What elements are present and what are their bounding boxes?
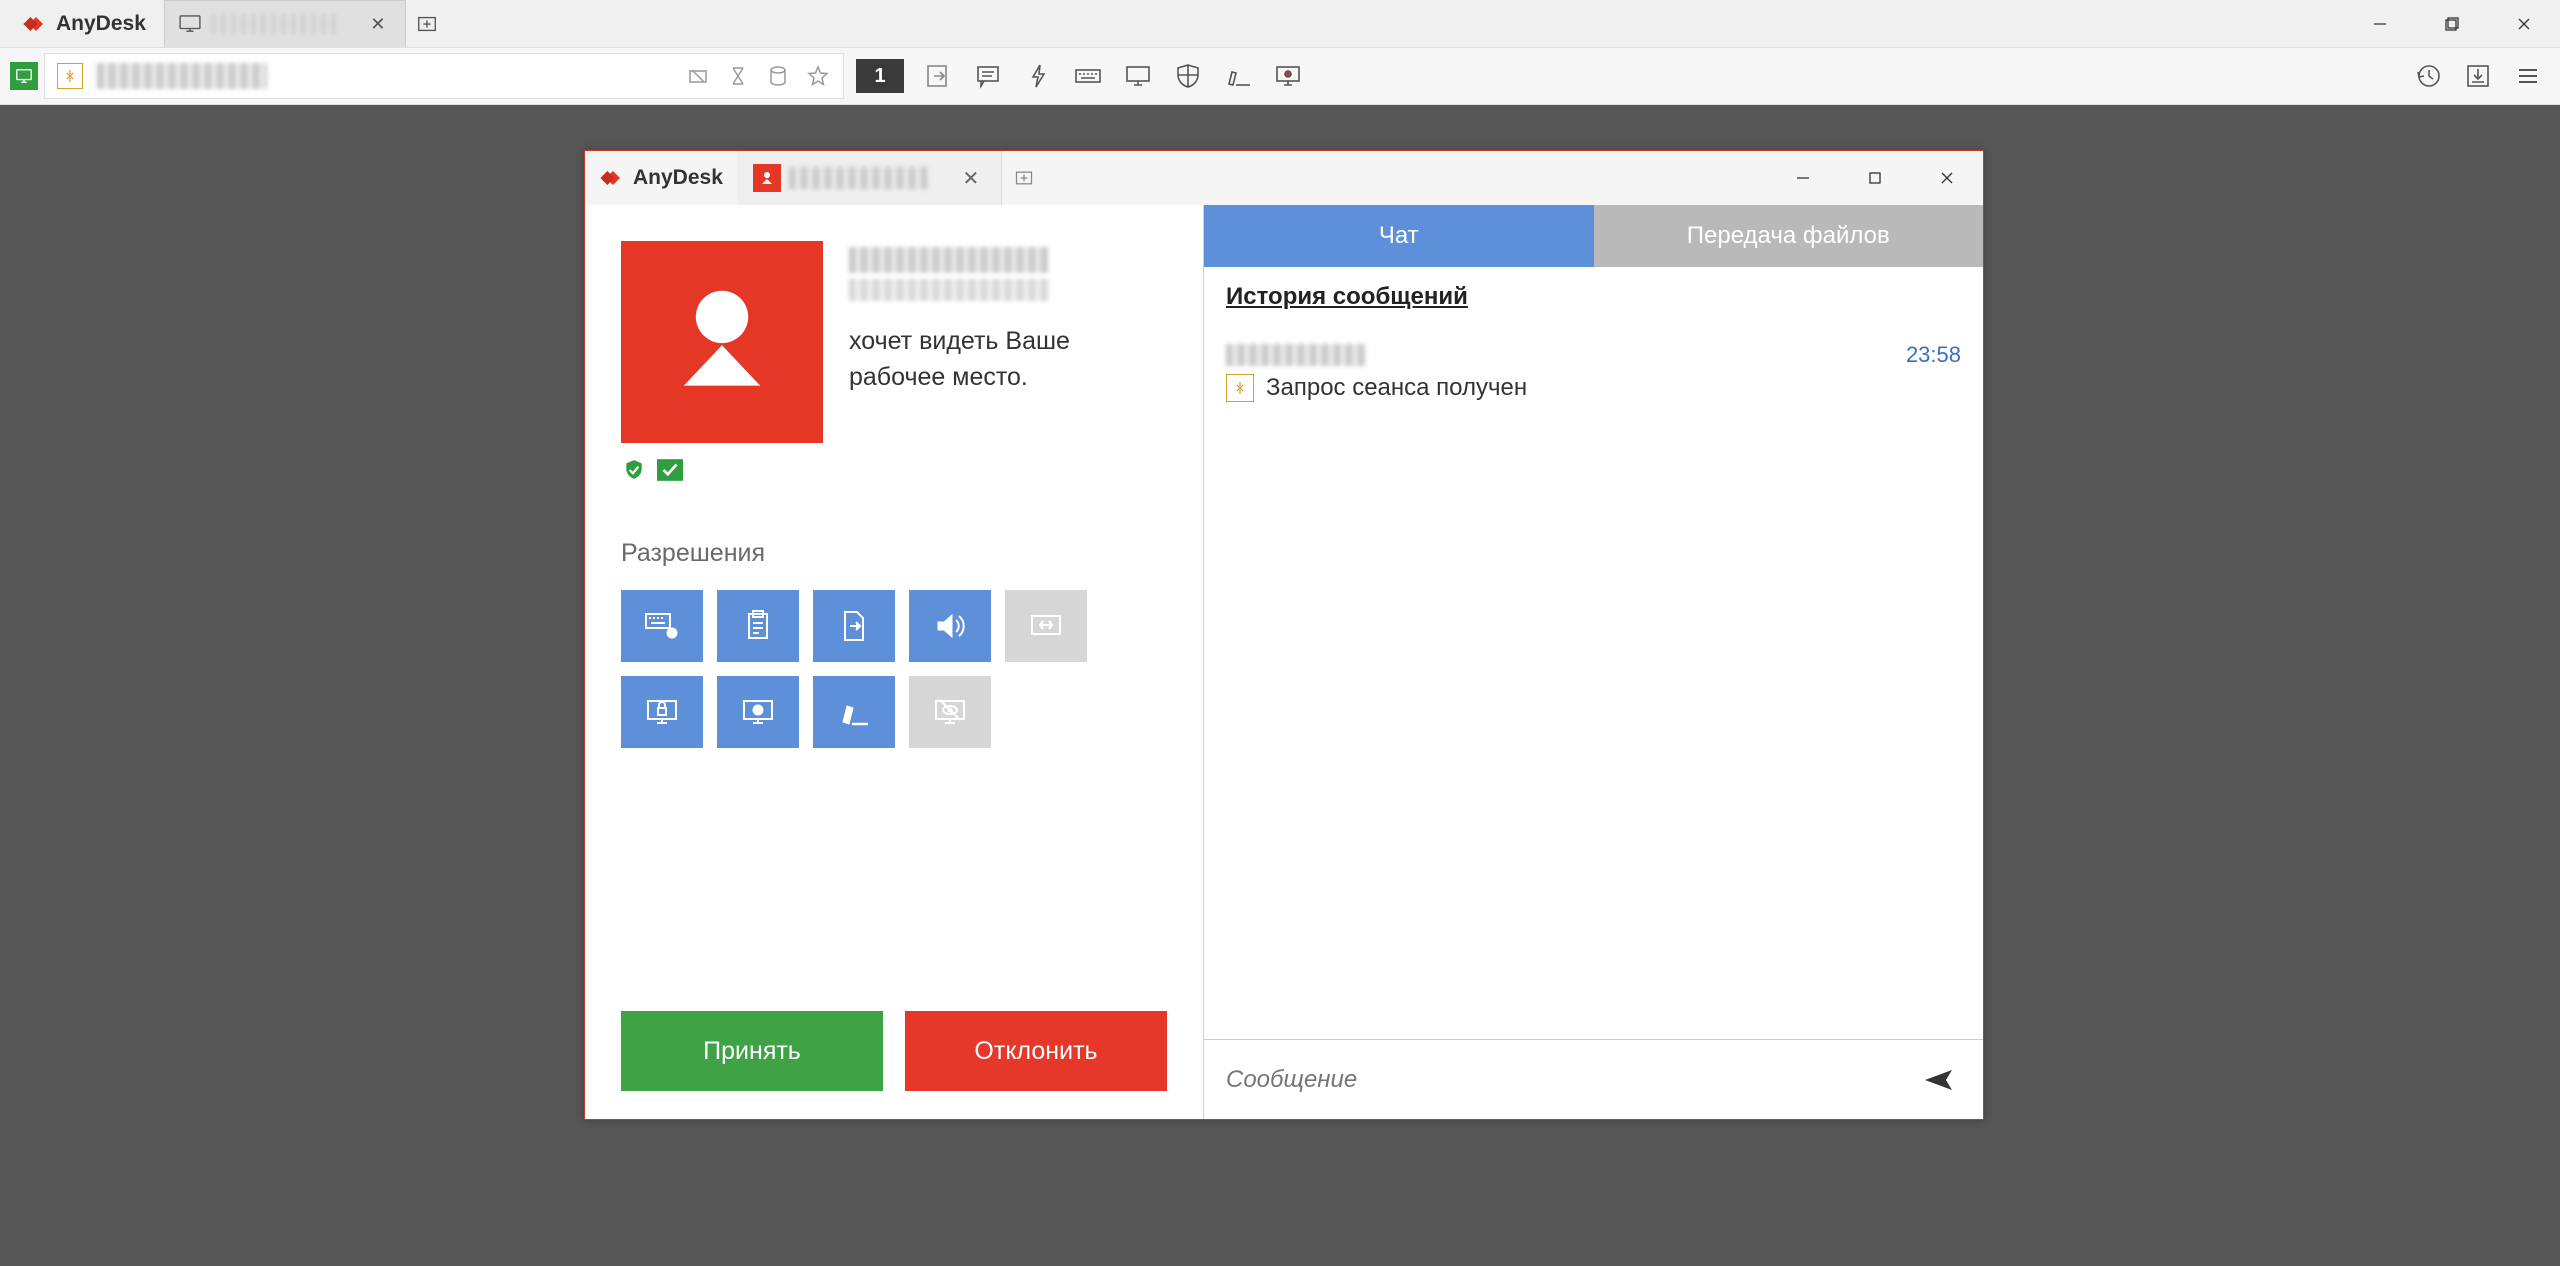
popup-maximize-button[interactable] — [1839, 151, 1911, 205]
menu-icon[interactable] — [2506, 54, 2550, 98]
permission-clipboard-button[interactable] — [717, 590, 799, 662]
connection-status-icon — [10, 62, 38, 90]
minimize-button[interactable] — [2344, 0, 2416, 47]
popup-tab-label-obscured — [789, 167, 929, 189]
chat-input-bar — [1204, 1039, 1983, 1119]
message-sender-obscured — [1226, 344, 1366, 366]
monitor-icon — [179, 15, 201, 33]
chat-history-body: 23:58 Запрос сеанса получен — [1204, 324, 1983, 1039]
action-buttons: Принять Отклонить — [621, 1011, 1167, 1091]
permission-privacy-button[interactable] — [909, 676, 991, 748]
record-icon[interactable] — [1266, 54, 1310, 98]
permission-input-button[interactable] — [621, 590, 703, 662]
maximize-button[interactable] — [2416, 0, 2488, 47]
session-request-icon — [1226, 374, 1254, 402]
history-icon[interactable] — [2406, 54, 2450, 98]
actions-icon[interactable] — [1016, 54, 1060, 98]
permission-record-button[interactable] — [717, 676, 799, 748]
forbid-icon[interactable] — [685, 63, 711, 89]
popup-minimize-button[interactable] — [1767, 151, 1839, 205]
popup-new-tab-button[interactable] — [1002, 156, 1046, 200]
user-badge-icon — [753, 164, 781, 192]
permission-lock-button[interactable] — [621, 676, 703, 748]
disconnect-icon[interactable] — [916, 54, 960, 98]
tab-file-transfer[interactable]: Передача файлов — [1594, 205, 1984, 267]
keyboard-icon[interactable] — [1066, 54, 1110, 98]
anydesk-logo: AnyDesk — [8, 10, 160, 38]
requester-id-obscured — [849, 279, 1049, 301]
shield-icon[interactable] — [1166, 54, 1210, 98]
popup-logo: AnyDesk — [585, 164, 737, 192]
tab-chat[interactable]: Чат — [1204, 205, 1594, 267]
request-right-pane: Чат Передача файлов История сообщений 23… — [1203, 205, 1983, 1119]
reject-button[interactable]: Отклонить — [905, 1011, 1167, 1091]
remote-address-obscured — [97, 63, 267, 89]
main-window-titlebar: AnyDesk ✕ — [0, 0, 2560, 47]
request-text-line2: рабочее место. — [849, 359, 1167, 395]
permission-vpn-button[interactable] — [1005, 590, 1087, 662]
incoming-request-popup: AnyDesk ✕ хочет видеть — [584, 150, 1984, 1120]
monitor-verified-icon — [657, 457, 683, 483]
popup-window-controls — [1767, 151, 1983, 205]
hourglass-icon[interactable] — [725, 63, 751, 89]
trust-status-row — [621, 457, 1167, 483]
anydesk-logo-icon — [22, 10, 50, 38]
requester-name-obscured — [849, 247, 1049, 273]
star-icon[interactable] — [805, 63, 831, 89]
new-tab-button[interactable] — [406, 3, 448, 45]
permission-draw-button[interactable] — [813, 676, 895, 748]
main-toolbar: 1 — [0, 47, 2560, 105]
session-tab[interactable]: ✕ — [164, 0, 406, 47]
close-window-button[interactable] — [2488, 0, 2560, 47]
chat-history-header: История сообщений — [1204, 267, 1983, 324]
popup-app-name: AnyDesk — [633, 166, 723, 190]
popup-titlebar[interactable]: AnyDesk ✕ — [585, 151, 1983, 205]
chat-icon[interactable] — [966, 54, 1010, 98]
popup-close-button[interactable] — [1911, 151, 1983, 205]
accept-button[interactable]: Принять — [621, 1011, 883, 1091]
close-tab-icon[interactable]: ✕ — [365, 11, 391, 37]
address-bar[interactable] — [44, 53, 844, 99]
request-left-pane: хочет видеть Ваше рабочее место. Разреше… — [585, 205, 1203, 1119]
chat-tabs: Чат Передача файлов — [1204, 205, 1983, 267]
send-button[interactable] — [1919, 1059, 1961, 1101]
window-controls — [2344, 0, 2560, 47]
message-text: Запрос сеанса получен — [1266, 374, 1527, 402]
requester-avatar — [621, 241, 823, 443]
permissions-title: Разрешения — [621, 539, 1167, 568]
tab-label-obscured — [211, 14, 341, 34]
display-icon[interactable] — [1116, 54, 1160, 98]
request-text-line1: хочет видеть Ваше — [849, 323, 1167, 359]
app-name: AnyDesk — [56, 12, 146, 36]
disk-icon[interactable] — [765, 63, 791, 89]
session-badge-icon — [57, 63, 83, 89]
chat-history-title: История сообщений — [1226, 283, 1468, 310]
anydesk-logo-icon — [599, 164, 627, 192]
chat-input[interactable] — [1226, 1066, 1903, 1094]
popup-tab-close-icon[interactable]: ✕ — [957, 164, 985, 192]
display-number-badge[interactable]: 1 — [856, 59, 904, 93]
permission-audio-button[interactable] — [909, 590, 991, 662]
message-time: 23:58 — [1906, 342, 1961, 368]
permission-file-button[interactable] — [813, 590, 895, 662]
whiteboard-icon[interactable] — [1216, 54, 1260, 98]
download-icon[interactable] — [2456, 54, 2500, 98]
popup-tab[interactable]: ✕ — [737, 151, 1002, 205]
identity-verified-icon — [621, 457, 647, 483]
permissions-grid — [621, 590, 1101, 748]
